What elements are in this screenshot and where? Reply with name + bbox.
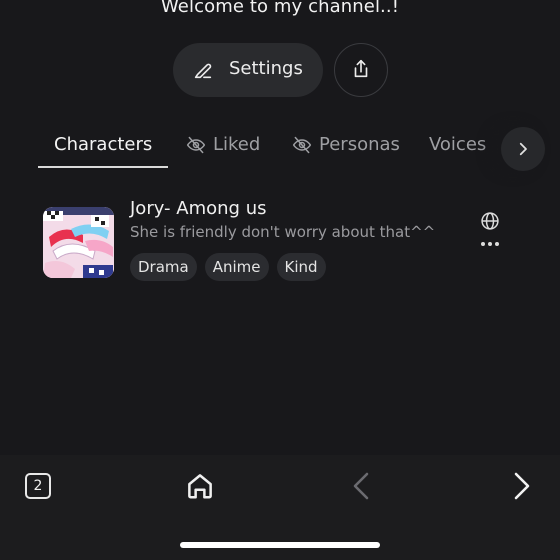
tag-chip[interactable]: Anime [204,253,269,281]
tab-liked[interactable]: Liked [185,134,260,155]
more-dots-icon [481,242,485,246]
home-icon[interactable] [185,471,215,501]
eye-off-icon [186,136,206,153]
profile-actions: Settings [0,43,560,97]
tab-voices[interactable]: Voices [429,134,486,155]
settings-label: Settings [229,58,303,79]
active-tab-indicator [38,166,168,168]
globe-icon [481,212,499,230]
tag-chip[interactable]: Kind [276,253,326,281]
eye-off-icon [292,136,312,153]
settings-button[interactable]: Settings [173,43,323,97]
tab-liked-label: Liked [213,134,261,155]
tab-voices-label: Voices [429,134,487,155]
chevron-right-icon[interactable] [509,471,533,501]
character-avatar [43,207,114,278]
tab-personas-label: Personas [319,134,400,155]
pencil-icon [194,63,212,79]
tab-characters[interactable]: Characters [54,134,152,155]
tabs-scroll-button[interactable] [501,127,545,171]
chevron-left-icon [353,472,369,500]
share-button[interactable] [334,43,388,97]
character-list-item[interactable]: Jory- Among us She is friendly don't wor… [0,196,560,292]
welcome-text: Welcome to my channel..! [160,0,400,17]
tag-chip[interactable]: Drama [130,253,197,281]
home-indicator [180,542,380,548]
character-description: She is friendly don't worry about that^^ [130,223,436,241]
share-icon [354,59,368,78]
tab-characters-label: Characters [54,134,153,155]
tab-switcher-button[interactable]: 2 [25,473,51,499]
character-name: Jory- Among us [130,198,267,219]
chevron-right-icon [519,142,527,156]
profile-tabs: Characters Liked Personas Voices [0,126,560,171]
tab-personas[interactable]: Personas [291,134,400,155]
more-options-button[interactable] [476,236,504,252]
character-tags: Drama Anime Kind [130,253,326,281]
browser-toolbar: 2 [0,455,560,560]
